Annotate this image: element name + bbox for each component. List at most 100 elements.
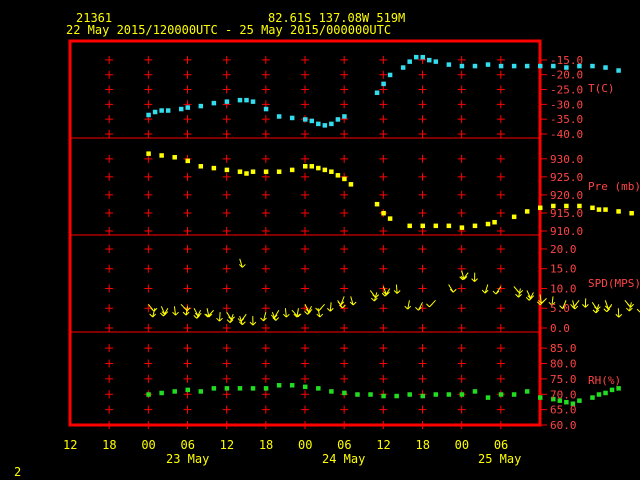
grid-cross [379,324,388,332]
grid-cross [261,374,270,383]
data-point [590,395,595,400]
x-date-label: 24 May [322,452,365,466]
x-axis: 12 18 00 06 12 18 00 06 12 18 00 0623 May 24 May 25 M… [63,438,521,466]
grid-cross [496,264,505,273]
grid-cross [183,130,192,138]
y-tick-label: 930.0 [550,153,583,166]
x-tick-label: 18 [259,438,273,452]
grid-cross [301,85,309,94]
grid-cross [457,324,466,332]
grid-cross [261,390,270,399]
grid-cross [105,344,114,353]
data-point [198,389,204,394]
data-point [433,223,439,229]
grid-cross [144,227,153,235]
grid-cross [261,421,270,429]
data-point [244,97,249,103]
y-axis-label: SPD(MPS) [588,277,640,290]
data-point [250,99,256,104]
grid-cross [222,284,231,293]
data-point [159,108,164,113]
data-point [172,155,177,160]
data-point [603,390,608,396]
grid-cross [183,264,192,273]
data-point [459,63,465,69]
grid-cross [105,390,114,399]
grid-cross [496,374,505,383]
grid-cross [301,100,309,109]
grid-cross [379,374,388,383]
grid-cross [418,344,427,353]
wind-arrow [426,299,436,308]
data-point [224,99,230,104]
x-tick-label: 12 [220,438,234,452]
grid-cross [301,244,309,253]
data-point [472,223,478,229]
x-tick-label: 00 [298,438,312,452]
grid-cross [222,208,231,217]
grid-cross [340,55,349,64]
y-tick-label: 5.0 [550,302,570,315]
x-tick-label: 06 [337,438,351,452]
data-point [342,176,347,182]
grid-cross [340,374,349,383]
wind-arrow [615,308,623,318]
grid-cross [222,374,231,383]
data-point [603,207,608,212]
grid-cross [105,100,114,109]
grid-cross [105,70,114,79]
data-point [374,201,380,207]
data-point [263,106,269,112]
data-point [263,386,269,391]
wind-arrow [604,300,612,310]
data-point [596,207,602,212]
grid-cross [183,190,192,199]
wind-arrow [216,312,223,322]
grid-cross [379,115,388,124]
data-point [603,65,608,70]
y-tick-label: 65.0 [550,404,577,417]
data-point [146,112,151,118]
grid-cross [457,304,466,313]
data-point [407,59,412,64]
x-tick-label: 00 [455,438,469,452]
grid-cross [457,244,466,253]
grid-cross [222,390,231,399]
grid-cross [222,244,231,253]
data-point [211,165,217,171]
data-point [198,164,204,169]
data-point [146,151,151,156]
y-tick-label: -25.0 [550,84,583,97]
data-point [538,395,543,400]
x-tick-label: 06 [181,438,195,452]
grid-cross [183,115,192,124]
data-point [616,209,621,214]
data-point [146,392,151,397]
grid-cross [105,130,114,138]
grid-cross [301,421,309,429]
grid-cross [105,227,114,235]
data-point [400,65,406,70]
grid-cross [379,154,388,163]
data-point [342,114,347,119]
grid-marks [105,55,505,429]
data-point [316,386,321,391]
grid-cross [261,244,270,253]
grid-cross [144,190,153,199]
grid-cross [418,324,427,332]
data-point [211,100,217,106]
data-point [381,210,386,216]
data-point [427,57,432,63]
y-tick-label: 10.0 [550,282,577,295]
data-point [355,392,360,397]
data-point [237,97,243,103]
grid-cross [301,130,309,138]
grid-cross [496,115,505,124]
data-point [472,63,478,69]
wind-arrow [448,284,457,293]
grid-cross [496,405,505,414]
grid-cross [144,264,153,273]
data-point [420,393,426,399]
grid-cross [340,70,349,79]
grid-cross [379,172,388,181]
